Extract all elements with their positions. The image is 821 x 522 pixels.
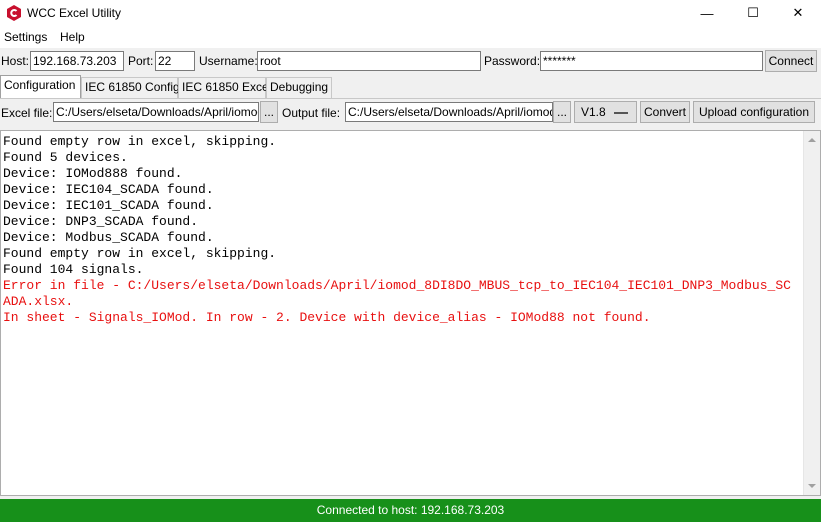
log-line: Device: DNP3_SCADA found.	[3, 214, 199, 229]
maximize-button[interactable]: ☐	[730, 0, 776, 26]
close-button[interactable]: ✕	[775, 0, 821, 26]
log-lines: Found empty row in excel, skipping. Found…	[3, 134, 796, 326]
status-bar: Connected to host: 192.168.73.203	[0, 499, 821, 522]
log-line: Found 5 devices.	[3, 150, 128, 165]
excel-file-label: Excel file:	[1, 106, 53, 120]
connection-row: Host: 192.168.73.203 Port: 22 Username: …	[0, 49, 821, 73]
username-label: Username:	[199, 54, 258, 68]
log-line: Found empty row in excel, skipping.	[3, 246, 277, 261]
log-line: Device: IEC101_SCADA found.	[3, 198, 214, 213]
file-row: Excel file: C:/Users/elseta/Downloads/Ap…	[0, 98, 821, 126]
tab-strip: Configuration IEC 61850 Config IEC 61850…	[0, 75, 821, 98]
output-file-input[interactable]: C:/Users/elseta/Downloads/April/iomod_8D…	[345, 102, 553, 122]
scroll-down-icon[interactable]	[808, 484, 816, 488]
upload-configuration-button[interactable]: Upload configuration	[693, 101, 815, 123]
vertical-scrollbar[interactable]	[803, 131, 820, 495]
port-label: Port:	[128, 54, 154, 68]
password-label: Password:	[484, 54, 541, 68]
close-icon: ✕	[792, 5, 804, 20]
scroll-up-icon[interactable]	[808, 138, 816, 142]
host-label: Host:	[1, 54, 30, 68]
version-value: V1.8	[581, 105, 606, 119]
log-error-line: In sheet - Signals_IOMod. In row - 2. De…	[3, 310, 651, 325]
output-browse-button[interactable]: ...	[553, 101, 571, 123]
tab-debugging[interactable]: Debugging	[266, 77, 332, 98]
menu-help[interactable]: Help	[60, 30, 85, 44]
menu-bar: Settings Help	[0, 26, 821, 48]
title-bar: WCC Excel Utility — ☐ ✕	[0, 0, 821, 26]
menu-settings[interactable]: Settings	[4, 30, 47, 44]
excel-browse-button[interactable]: ...	[260, 101, 278, 123]
minimize-icon: —	[700, 5, 714, 21]
output-file-label: Output file:	[282, 106, 341, 120]
maximize-icon: ☐	[747, 5, 759, 20]
password-input[interactable]: *******	[540, 51, 763, 71]
username-input[interactable]: root	[257, 51, 481, 71]
app-logo-icon	[7, 5, 21, 21]
window-title: WCC Excel Utility	[27, 6, 122, 20]
log-line: Found 104 signals.	[3, 262, 144, 277]
log-line: Device: Modbus_SCADA found.	[3, 230, 214, 245]
tab-iec61850-config[interactable]: IEC 61850 Config	[81, 77, 180, 98]
host-input[interactable]: 192.168.73.203	[30, 51, 124, 71]
port-input[interactable]: 22	[155, 51, 195, 71]
convert-button[interactable]: Convert	[640, 101, 690, 123]
version-select[interactable]: V1.8	[574, 101, 637, 123]
log-line: Device: IEC104_SCADA found.	[3, 182, 214, 197]
minimize-button[interactable]: —	[684, 0, 730, 26]
tab-configuration[interactable]: Configuration	[0, 75, 81, 98]
log-output[interactable]: Found empty row in excel, skipping. Found…	[0, 130, 821, 496]
connect-button[interactable]: Connect	[765, 50, 817, 72]
log-line: Device: IOMod888 found.	[3, 166, 183, 181]
log-line: Found empty row in excel, skipping.	[3, 134, 277, 149]
excel-file-input[interactable]: C:/Users/elseta/Downloads/April/iomod_8D…	[53, 102, 259, 122]
tab-iec61850-excel[interactable]: IEC 61850 Excel	[178, 77, 271, 98]
dropdown-icon	[614, 112, 628, 114]
log-error-line: Error in file - C:/Users/elseta/Download…	[3, 278, 791, 309]
